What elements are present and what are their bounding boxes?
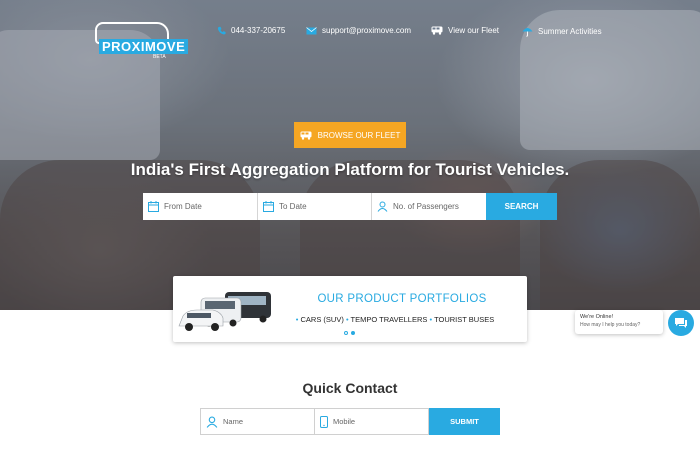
user-icon <box>206 416 218 428</box>
to-date-field[interactable]: To Date <box>258 193 372 220</box>
name-placeholder: Name <box>223 417 244 426</box>
carousel-dots <box>344 331 355 335</box>
umbrella-icon <box>522 28 533 37</box>
product-portfolio-card: OUR PRODUCT PORTFOLIOS • CARS (SUV) • TE… <box>173 276 527 342</box>
name-field[interactable]: Name <box>200 408 315 435</box>
hero-banner: PROXIMOVE BETA 044-337-20675 support@pro… <box>0 0 700 310</box>
mobile-phone-icon <box>320 415 328 428</box>
nav-phone-label: 044-337-20675 <box>231 26 286 35</box>
nav-email-label: support@proximove.com <box>322 26 412 35</box>
chat-title: We're Online! <box>580 314 614 320</box>
carousel-dot-2[interactable] <box>351 331 355 335</box>
user-icon <box>377 201 388 212</box>
chat-icon <box>675 318 687 328</box>
portfolio-item-tempo: TEMPO TRAVELLERS <box>350 315 428 324</box>
mobile-field[interactable]: Mobile <box>315 408 429 435</box>
carousel-dot-1[interactable] <box>344 331 348 335</box>
logo-text: PROXIMOVE <box>99 39 189 54</box>
portfolio-item-buses: TOURIST BUSES <box>434 315 495 324</box>
nav-view-fleet[interactable]: View our Fleet <box>431 26 499 35</box>
nav-summer-activities[interactable]: Summer Activities <box>522 26 602 37</box>
passengers-placeholder: No. of Passengers <box>393 202 459 211</box>
nav-summer-activities-label: Summer Activities <box>538 27 602 36</box>
nav-phone[interactable]: 044-337-20675 <box>217 26 285 35</box>
hero-headline: India's First Aggregation Platform for T… <box>130 160 570 179</box>
calendar-icon <box>263 201 274 212</box>
from-date-field[interactable]: From Date <box>143 193 258 220</box>
portfolio-items: • CARS (SUV) • TEMPO TRAVELLERS • TOURIS… <box>295 315 495 324</box>
bus-icon <box>300 131 312 140</box>
search-button[interactable]: SEARCH <box>486 193 557 220</box>
from-date-placeholder: From Date <box>164 202 202 211</box>
chat-launcher-button[interactable] <box>668 310 694 336</box>
nav-email[interactable]: support@proximove.com <box>306 26 411 35</box>
calendar-icon <box>148 201 159 212</box>
portfolio-item-cars: CARS (SUV) <box>300 315 344 324</box>
submit-button[interactable]: SUBMIT <box>429 408 500 435</box>
portfolio-title: OUR PRODUCT PORTFOLIOS <box>317 293 487 305</box>
proximove-logo[interactable]: PROXIMOVE BETA <box>93 22 189 60</box>
search-bar: From Date To Date No. of Passengers SEAR… <box>143 193 557 220</box>
page: PROXIMOVE BETA 044-337-20675 support@pro… <box>0 0 700 475</box>
logo-beta-label: BETA <box>153 54 166 60</box>
envelope-icon <box>306 26 317 34</box>
nav-view-fleet-label: View our Fleet <box>448 26 499 35</box>
passengers-field[interactable]: No. of Passengers <box>372 193 486 220</box>
to-date-placeholder: To Date <box>279 202 307 211</box>
browse-fleet-button[interactable]: BROWSE OUR FLEET <box>294 122 406 148</box>
chat-subtitle: How may I help you today? <box>580 322 641 328</box>
mobile-placeholder: Mobile <box>333 417 356 426</box>
phone-icon <box>217 26 226 35</box>
browse-fleet-label: BROWSE OUR FLEET <box>317 130 401 140</box>
vehicles-image <box>178 292 271 331</box>
quick-contact-form: Name Mobile SUBMIT <box>200 408 500 435</box>
quick-contact-title: Quick Contact <box>302 380 398 396</box>
bus-icon <box>431 26 443 35</box>
chat-bubble[interactable]: We're Online! How may I help you today? <box>575 310 663 334</box>
